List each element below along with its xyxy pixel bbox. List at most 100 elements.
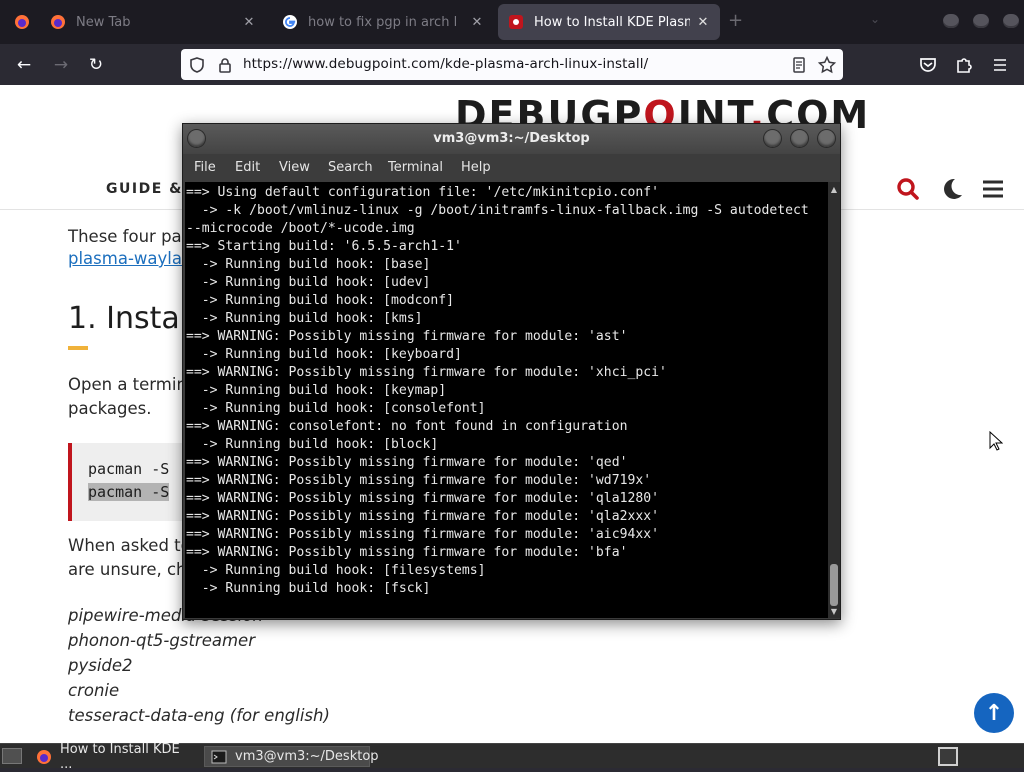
terminal-line: ==> Using default configuration file: '/… [186,185,659,200]
terminal-line: ==> WARNING: Possibly missing firmware f… [186,365,667,380]
terminal-line: -> Running build hook: [keymap] [186,383,447,398]
reader-mode-icon[interactable] [789,55,809,75]
code-line: pacman -S [88,460,170,478]
heading-underline [68,346,88,350]
menu-terminal[interactable]: Terminal [388,160,443,175]
menu-search[interactable]: Search [328,160,373,175]
terminal-line: ==> WARNING: consolefont: no font found … [186,419,628,434]
terminal-line: -> Running build hook: [udev] [186,275,431,290]
close-button[interactable] [818,130,835,147]
firefox-icon [15,15,29,29]
maximize-button[interactable] [791,130,808,147]
package-list-item: phonon-qt5-gstreamer [68,631,255,650]
terminal-line: ==> WARNING: Possibly missing firmware f… [186,491,659,506]
terminal-icon [211,750,227,763]
browser-tab-bar: New Tab ✕ how to fix pgp in arch l ✕ How… [0,0,1024,44]
taskbar-item-terminal[interactable]: vm3@vm3:~/Desktop [204,746,379,767]
address-bar[interactable]: https://www.debugpoint.com/kde-plasma-ar… [181,49,843,80]
list-all-tabs-chevron-down-icon[interactable]: ⌄ [870,12,880,26]
search-icon[interactable] [895,176,921,202]
minimize-button[interactable] [764,130,781,147]
tab-label: New Tab [76,14,131,30]
reload-button[interactable]: ↻ [82,52,110,78]
terminal-line: -> Running build hook: [consolefont] [186,401,486,416]
firefox-icon [51,15,65,29]
terminal-menubar: File Edit View Search Terminal Help [183,154,840,182]
package-list-item: cronie [68,681,120,700]
paragraph-intro: These four pac [68,227,191,246]
mouse-pointer-icon [989,431,1003,451]
minimize-window-button[interactable] [943,14,959,28]
terminal-line: ==> WARNING: Possibly missing firmware f… [186,473,652,488]
terminal-line: -> Running build hook: [block] [186,437,439,452]
terminal-scrollbar[interactable]: ▲ ▼ [828,182,840,618]
terminal-line: -> Running build hook: [filesystems] [186,563,486,578]
terminal-line: -> Running build hook: [kms] [186,311,423,326]
bookmark-star-icon[interactable] [817,55,837,75]
tab-kde-plasma-install[interactable]: How to Install KDE Plasma i ✕ [498,4,720,40]
workspace-switcher-icon[interactable] [938,747,958,766]
package-list-item: tesseract-data-eng (for english) [68,706,330,725]
new-tab-button[interactable]: + [728,10,743,31]
terminal-line: ==> WARNING: Possibly missing firmware f… [186,509,659,524]
menu-view[interactable]: View [279,160,310,175]
taskbar-item-firefox[interactable]: How to Install KDE ... [30,742,202,772]
terminal-line: -> Running build hook: [base] [186,257,431,272]
lock-icon[interactable] [215,55,235,75]
terminal-line: ==> WARNING: Possibly missing firmware f… [186,545,628,560]
paragraph-open-terminal-cont: packages. [68,399,152,418]
close-tab-icon[interactable]: ✕ [696,15,710,30]
back-button[interactable]: ← [10,52,38,78]
section-heading: 1. Install [68,301,197,336]
extensions-icon[interactable] [950,52,978,78]
scroll-to-top-button[interactable]: ↑ [974,693,1014,733]
scrollbar-thumb[interactable] [830,564,838,606]
terminal-line: ==> WARNING: Possibly missing firmware f… [186,329,628,344]
google-icon [283,15,297,29]
close-tab-icon[interactable]: ✕ [242,15,256,30]
paragraph-when-asked-cont: are unsure, cho [68,560,197,579]
package-link[interactable]: plasma-waylan [68,249,192,268]
menu-icon[interactable] [986,52,1014,78]
tab-google-search[interactable]: how to fix pgp in arch l ✕ [272,4,494,40]
terminal-line: ==> Starting build: '6.5.5-arch1-1' [186,239,462,254]
hamburger-menu-icon[interactable] [980,176,1006,202]
forward-button[interactable]: → [47,52,75,78]
scroll-down-arrow-icon[interactable]: ▼ [828,606,840,618]
browser-navigation-bar: ← → ↻ https://www.debugpoint.com/kde-pla… [0,44,1024,85]
firefox-view-button[interactable] [4,4,34,40]
terminal-line: ==> WARNING: Possibly missing firmware f… [186,527,659,542]
package-list-item: pyside2 [68,656,133,675]
terminal-titlebar[interactable]: vm3@vm3:~/Desktop [183,124,840,154]
debugpoint-favicon-icon [509,15,523,29]
show-desktop-icon[interactable] [2,748,22,764]
menu-edit[interactable]: Edit [235,160,260,175]
terminal-line: -> Running build hook: [keyboard] [186,347,462,362]
terminal-line: -> Running build hook: [modconf] [186,293,455,308]
terminal-title: vm3@vm3:~/Desktop [433,131,590,146]
terminal-line: ==> WARNING: Possibly missing firmware f… [186,455,628,470]
taskbar-item-label: vm3@vm3:~/Desktop [235,749,379,764]
taskbar-item-label: How to Install KDE ... [60,741,180,772]
terminal-line: -> Running build hook: [fsck] [186,581,431,596]
paragraph-when-asked: When asked to [68,536,191,555]
pocket-icon[interactable] [914,52,942,78]
close-window-button[interactable] [1003,14,1019,28]
close-tab-icon[interactable]: ✕ [470,15,484,30]
tab-label: how to fix pgp in arch l [308,14,458,30]
scroll-up-arrow-icon[interactable]: ▲ [828,184,840,196]
dark-mode-moon-icon[interactable] [938,176,964,202]
terminal-window[interactable]: vm3@vm3:~/Desktop File Edit View Search … [182,123,841,620]
tab-new-tab[interactable]: New Tab ✕ [40,4,266,40]
terminal-line: --microcode /boot/*-ucode.img [186,221,415,236]
terminal-output[interactable]: ==> Using default configuration file: '/… [185,182,828,618]
paragraph-open-terminal: Open a termina [68,375,198,394]
code-line-selected: pacman -S [88,483,170,501]
url-text[interactable]: https://www.debugpoint.com/kde-plasma-ar… [243,56,648,72]
taskbar: How to Install KDE ... vm3@vm3:~/Desktop [0,742,1024,772]
menu-file[interactable]: File [194,160,216,175]
tab-label: How to Install KDE Plasma i [534,14,690,30]
maximize-window-button[interactable] [973,14,989,28]
shield-icon[interactable] [187,55,207,75]
menu-help[interactable]: Help [461,160,491,175]
